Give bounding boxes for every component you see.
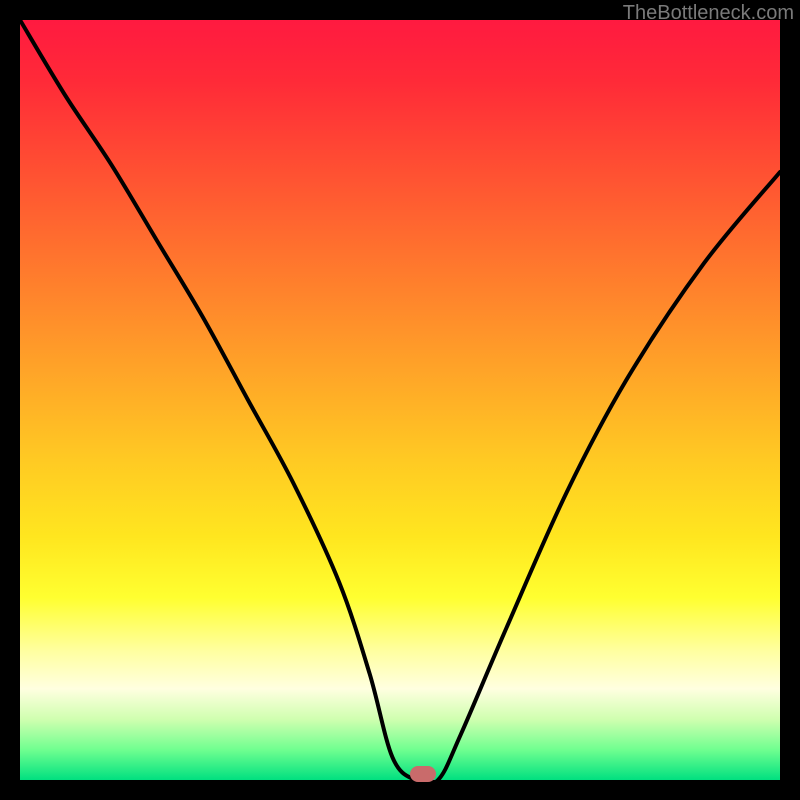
curve-svg [20,20,780,780]
plot-area [20,20,780,780]
min-marker [410,766,436,782]
watermark-text: TheBottleneck.com [623,2,794,25]
bottleneck-curve-path [20,20,780,780]
chart-container: TheBottleneck.com [0,0,800,800]
